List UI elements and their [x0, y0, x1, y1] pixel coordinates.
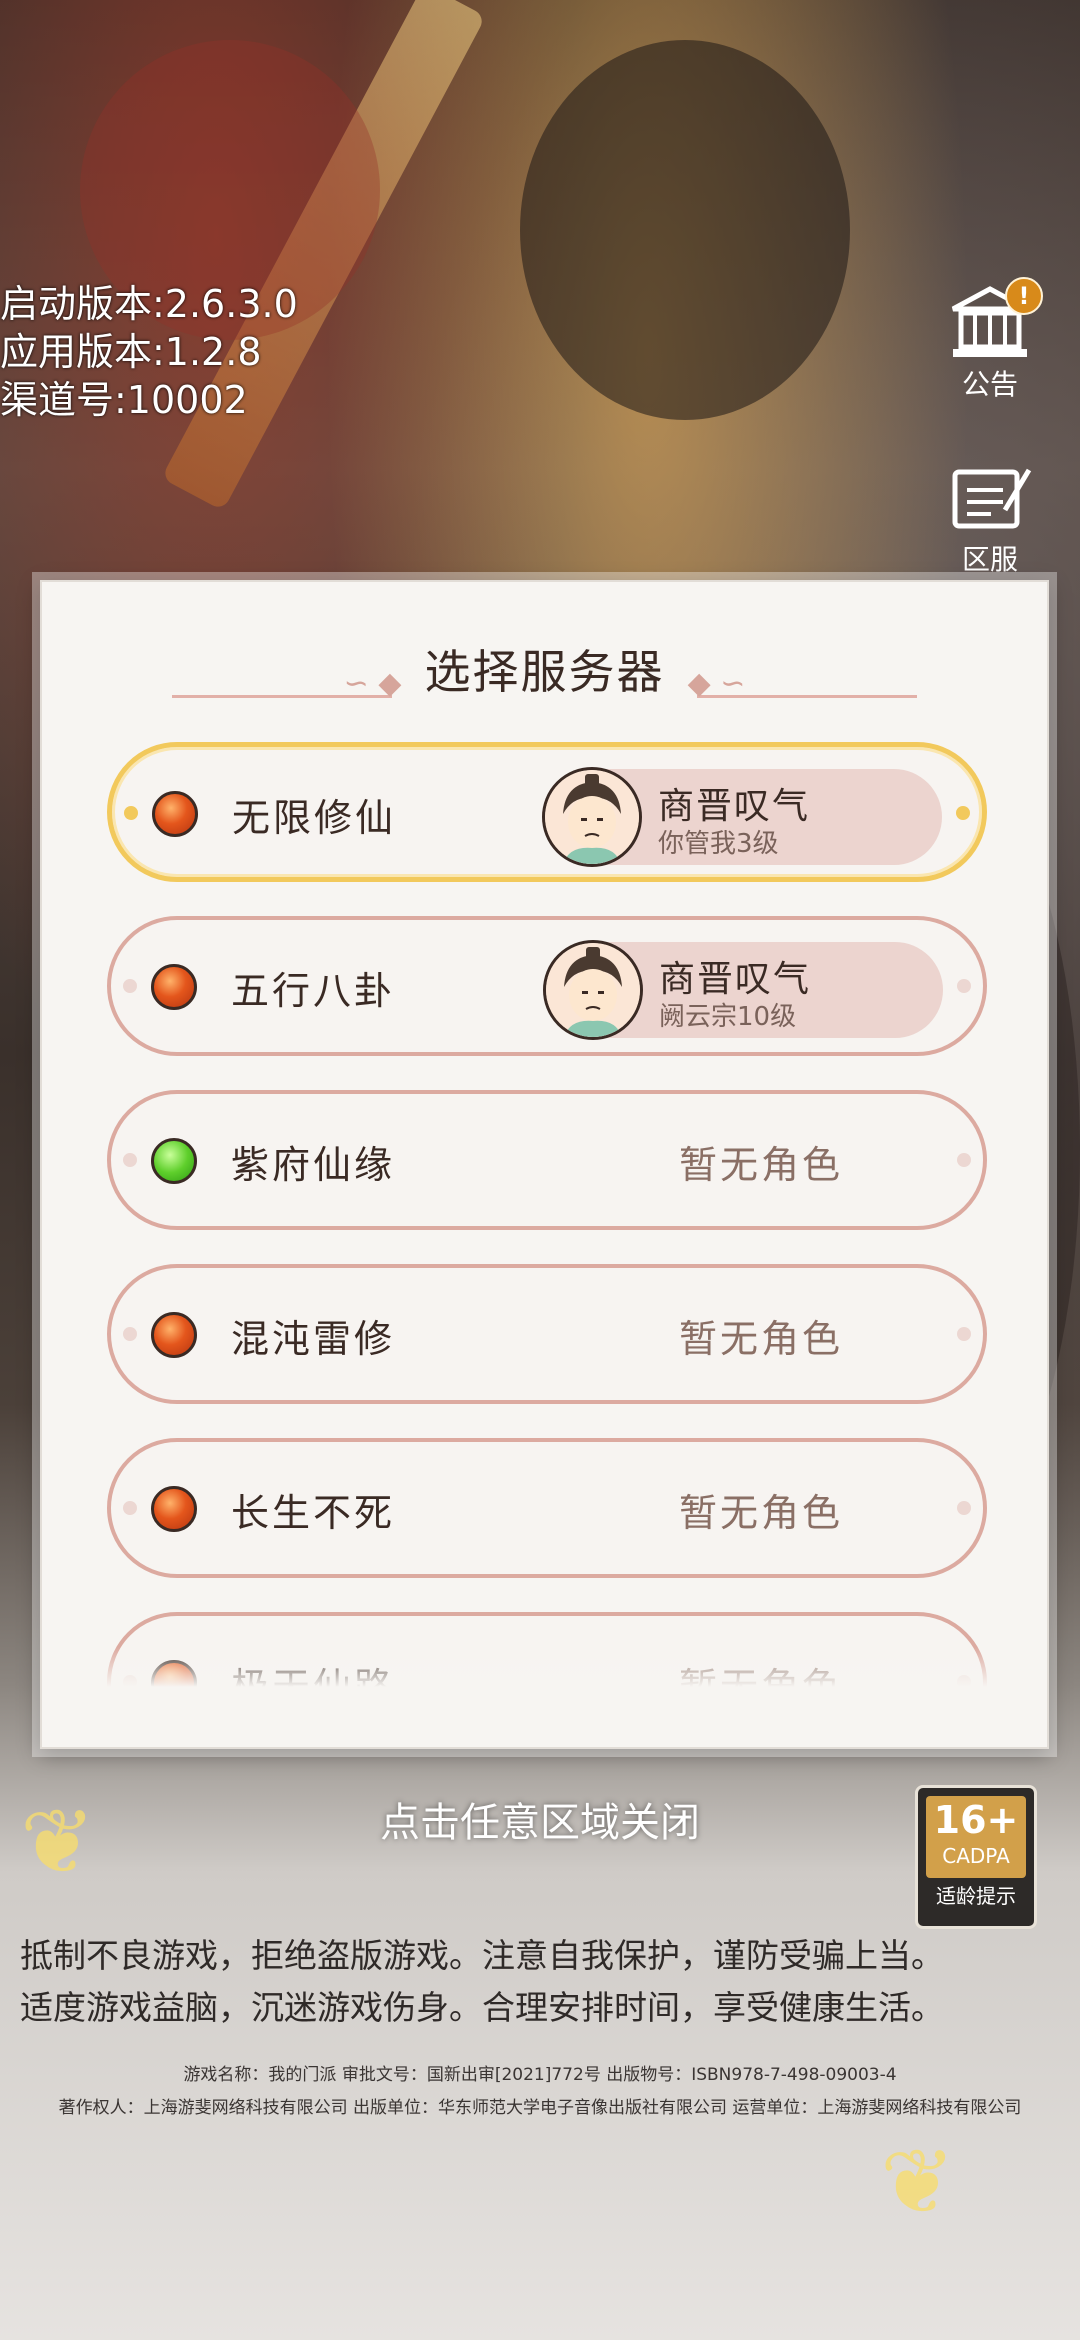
legal-info-publisher: 著作权人：上海游斐网络科技有限公司 出版单位：华东师范大学电子音像出版社有限公司… — [58, 2098, 1022, 2118]
age-rating-label: 适龄提示 — [936, 1884, 1016, 1908]
health-notice-line: 抵制不良游戏，拒绝盗版游戏。注意自我保护，谨防受骗上当。 — [20, 1936, 944, 1975]
server-item-dot-left — [123, 1327, 137, 1341]
server-select-dialog: ∽ ◆ 选择服务器 ◆ ∽ 无限修仙 商晋叹气 你管我3级 五行八卦 商晋叹气 阙云宗10… — [40, 580, 1049, 1749]
server-item-dot-left — [123, 979, 137, 993]
server-name: 无限修仙 — [232, 796, 397, 840]
no-character-label: 暂无角色 — [678, 1491, 843, 1535]
server-item-dot-right — [956, 806, 970, 820]
server-items: 无限修仙 商晋叹气 你管我3级 五行八卦 商晋叹气 阙云宗10级 紫府仙缘 暂无角色 混沌雷修暂… — [102, 742, 992, 1687]
server-item-dot-left — [123, 1153, 137, 1167]
notice-icon: ! — [945, 277, 1043, 363]
title-ornament-right: ◆ ∽ — [687, 666, 746, 701]
legal-info-game: 游戏名称：我的门派 审批文号：国新出审[2021]772号 出版物号：ISBN9… — [183, 2065, 897, 2085]
health-notice: 抵制不良游戏，拒绝盗版游戏。注意自我保护，谨防受骗上当。 适度游戏益脑，沉迷游戏… — [20, 1930, 1070, 2034]
channel-number: 渠道号:10002 — [0, 378, 248, 422]
server-name: 紫府仙缘 — [231, 1143, 396, 1187]
no-character-label: 暂无角色 — [678, 1143, 843, 1187]
character-level: 你管我3级 — [658, 829, 779, 859]
server-zone-label: 区服 — [961, 543, 1018, 576]
server-item[interactable]: 紫府仙缘 暂无角色 — [107, 1090, 987, 1230]
background-figure — [520, 40, 850, 420]
server-item-dot-right — [957, 1501, 971, 1515]
server-status-indicator — [151, 964, 197, 1010]
server-item[interactable]: 长生不死 暂无角色 — [107, 1438, 987, 1578]
dialog-title: 选择服务器 — [424, 645, 665, 699]
launch-version: 启动版本:2.6.3.0 — [0, 282, 298, 326]
character-avatar — [543, 940, 643, 1040]
character-name: 商晋叹气 — [659, 959, 812, 1000]
server-list[interactable]: 无限修仙 商晋叹气 你管我3级 五行八卦 商晋叹气 阙云宗10级 紫府仙缘 暂无角色 混沌雷修暂… — [102, 742, 992, 1687]
server-status-indicator — [151, 1138, 197, 1184]
list-fade — [102, 1647, 992, 1687]
character-info: 商晋叹气 你管我3级 — [542, 767, 942, 867]
server-item-dot-right — [957, 1153, 971, 1167]
character-name: 商晋叹气 — [658, 786, 811, 827]
server-item-dot-right — [957, 979, 971, 993]
notice-badge: ! — [1005, 277, 1043, 315]
version-info: 启动版本:2.6.3.0 应用版本:1.2.8 渠道号:10002 — [0, 280, 298, 424]
no-character-label: 暂无角色 — [678, 1317, 843, 1361]
server-status-indicator — [151, 1312, 197, 1358]
server-item-dot-left — [123, 1501, 137, 1515]
server-item[interactable]: 无限修仙 商晋叹气 你管我3级 — [107, 742, 987, 882]
notice-button[interactable]: ! 公告 — [935, 277, 1045, 403]
butterfly-decoration: ❦ — [880, 2130, 956, 2235]
dialog-title-bar: ∽ ◆ 选择服务器 ◆ ∽ — [42, 642, 1047, 702]
age-rating-value: 16+ — [933, 1798, 1019, 1842]
app-version: 应用版本:1.2.8 — [0, 330, 262, 374]
server-zone-icon — [945, 460, 1035, 538]
character-info: 商晋叹气 阙云宗10级 — [543, 940, 943, 1040]
server-name: 混沌雷修 — [231, 1317, 396, 1361]
age-rating-panel: 16+ CADPA — [926, 1796, 1026, 1878]
server-item-dot-right — [957, 1327, 971, 1341]
server-zone-button[interactable]: 区服 — [935, 460, 1045, 578]
server-status-indicator — [152, 791, 198, 837]
character-avatar — [542, 767, 642, 867]
server-status-indicator — [151, 1486, 197, 1532]
health-notice-line: 适度游戏益脑，沉迷游戏伤身。合理安排时间，享受健康生活。 — [20, 1988, 944, 2027]
age-rating-org: CADPA — [942, 1844, 1010, 1868]
character-level: 阙云宗10级 — [659, 1002, 797, 1032]
age-rating-badge[interactable]: 16+ CADPA 适龄提示 — [915, 1785, 1037, 1929]
server-name: 五行八卦 — [231, 969, 396, 1013]
server-item[interactable]: 五行八卦 商晋叹气 阙云宗10级 — [107, 916, 987, 1056]
server-item-dot-left — [124, 806, 138, 820]
title-ornament-left: ∽ ◆ — [343, 666, 402, 701]
notice-label: 公告 — [961, 368, 1018, 401]
server-item[interactable]: 混沌雷修 暂无角色 — [107, 1264, 987, 1404]
server-name: 长生不死 — [231, 1491, 396, 1535]
